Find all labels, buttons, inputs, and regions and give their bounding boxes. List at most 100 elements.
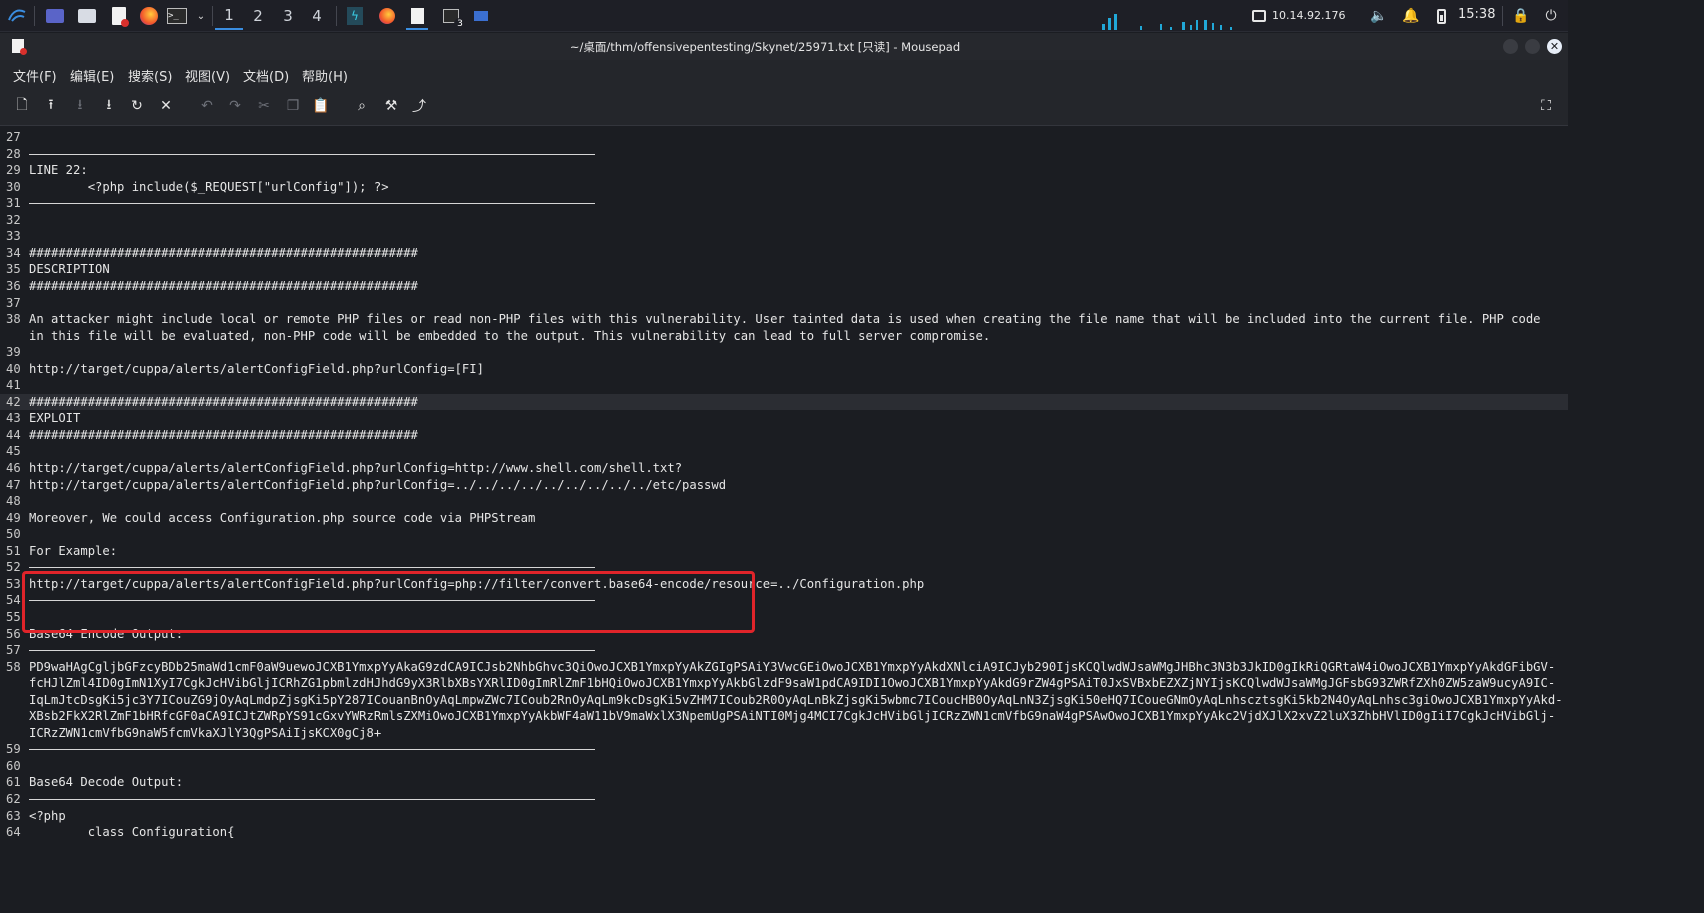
editor-line[interactable]: 44 ######################################… [0, 427, 1568, 444]
line-text: DESCRIPTION [29, 262, 110, 277]
editor-line[interactable]: 59 [0, 741, 1568, 758]
search-icon[interactable]: ⌕ [352, 96, 372, 116]
battery-icon[interactable] [1430, 5, 1452, 27]
editor-line[interactable]: 49 Moreover, We could access Configuratio… [0, 510, 1568, 527]
open-icon[interactable]: ⭱ [41, 96, 61, 116]
editor-line[interactable]: 51 For Example: [0, 543, 1568, 560]
menu-help[interactable]: 帮助(H) [302, 66, 348, 85]
cut-icon[interactable]: ✂ [254, 96, 274, 116]
firefox-task-icon[interactable] [376, 5, 398, 27]
editor-line[interactable]: 57 [0, 642, 1568, 659]
editor-line[interactable]: 29 LINE 22: [0, 162, 1568, 179]
goto-icon[interactable]: ⤴ [409, 96, 429, 116]
redo-icon[interactable]: ↷ [225, 96, 245, 116]
app-switch-icon[interactable]: ϟ [344, 5, 366, 27]
line-number: 49 [6, 510, 21, 525]
menu-document[interactable]: 文档(D) [243, 66, 289, 85]
editor-line[interactable]: 47 http://target/cuppa/alerts/alertConfig… [0, 477, 1568, 494]
editor-line[interactable]: 64 class Configuration{ [0, 824, 1568, 840]
editor-line[interactable]: 33 [0, 228, 1568, 245]
editor-line[interactable]: 50 [0, 526, 1568, 543]
replace-icon[interactable]: ⚒ [381, 96, 401, 116]
editor-line[interactable]: 41 [0, 377, 1568, 394]
window-task-icon[interactable] [470, 5, 492, 27]
editor-line[interactable]: 46 http://target/cuppa/alerts/alertConfig… [0, 460, 1568, 477]
editor-line[interactable]: 40 http://target/cuppa/alerts/alertConfig… [0, 361, 1568, 378]
editor-line[interactable]: 27 [0, 129, 1568, 146]
paste-icon[interactable]: 📋 [311, 96, 331, 116]
cpu-graph [1100, 14, 1240, 30]
power-icon[interactable]: ⏻ [1540, 5, 1562, 27]
fullscreen-icon[interactable]: ⛶ [1536, 96, 1556, 116]
horizontal-rule [29, 650, 595, 652]
editor-line[interactable]: 39 [0, 344, 1568, 361]
editor-line[interactable]: fcHJlZml4ID0gImN1XyI7CgkJcHVibGljICRhZG1… [0, 675, 1568, 692]
save-icon[interactable]: ⭳ [70, 96, 90, 116]
editor-line[interactable]: 45 [0, 443, 1568, 460]
editor-line[interactable]: 48 [0, 493, 1568, 510]
volume-icon[interactable]: 🔈 [1368, 5, 1390, 27]
line-number: 47 [6, 477, 21, 492]
editor-line[interactable]: 32 [0, 212, 1568, 229]
editor-line[interactable]: 37 [0, 295, 1568, 312]
editor-line[interactable]: 35 DESCRIPTION [0, 261, 1568, 278]
line-text: XBsb2FkX2RlZmF1bHRfcGF0aCA9ICJtZWRpYS91c… [29, 709, 1556, 724]
editor-line[interactable]: 58 PD9waHAgCgljbGFzcyBDb25maWd1cmF0aW9uew… [0, 659, 1568, 676]
editor-line[interactable]: 63 <?php [0, 808, 1568, 825]
undo-icon[interactable]: ↶ [197, 96, 217, 116]
workspace-2[interactable]: 2 [244, 2, 272, 30]
line-text: ########################################… [29, 394, 418, 409]
line-number: 58 [6, 659, 21, 674]
save-as-icon[interactable]: ⭳ [99, 96, 119, 116]
workspace-4[interactable]: 4 [303, 2, 331, 30]
reload-icon[interactable]: ↻ [127, 96, 147, 116]
window-title: ~/桌面/thm/offensivepentesting/Skynet/2597… [569, 40, 961, 54]
workspace-1[interactable]: 1 [215, 2, 243, 30]
editor-line[interactable]: in this file will be evaluated, non-PHP … [0, 328, 1568, 345]
line-number: 36 [6, 278, 21, 293]
menu-file[interactable]: 文件(F) [13, 66, 57, 85]
editor-line[interactable]: ICRzZWN1cmVfbG9naW5fcmVkaXJlY3QgPSAiIjsK… [0, 725, 1568, 742]
file-manager-icon[interactable] [76, 5, 98, 27]
menu-view[interactable]: 视图(V) [185, 66, 230, 85]
menu-search[interactable]: 搜索(S) [128, 66, 172, 85]
editor-line[interactable]: 61 Base64 Decode Output: [0, 774, 1568, 791]
line-number: 41 [6, 378, 21, 393]
editor-line[interactable]: 42 ######################################… [0, 393, 1568, 411]
new-file-icon[interactable]: 🗋 [12, 96, 32, 116]
chevron-down-icon[interactable]: ⌄ [190, 5, 212, 27]
editor-line[interactable]: 60 [0, 758, 1568, 775]
editor-line[interactable]: 38 An attacker might include local or rem… [0, 311, 1568, 328]
close-button[interactable]: ✕ [1547, 39, 1562, 54]
terminal-task-icon[interactable]: 3 [440, 5, 466, 30]
line-number: 38 [6, 312, 21, 327]
line-text: in this file will be evaluated, non-PHP … [29, 328, 991, 343]
mousepad-task-icon[interactable] [406, 3, 428, 30]
network-icon[interactable] [1248, 5, 1270, 27]
editor-line[interactable]: 34 ######################################… [0, 245, 1568, 262]
notification-bell-icon[interactable]: 🔔 [1400, 5, 1422, 27]
editor-line[interactable]: 28 [0, 146, 1568, 163]
editor-line[interactable]: 31 [0, 195, 1568, 212]
workspace-3[interactable]: 3 [274, 2, 302, 30]
editor-line[interactable]: 43 EXPLOIT [0, 410, 1568, 427]
line-text: ########################################… [29, 427, 418, 442]
minimize-button[interactable] [1503, 39, 1518, 54]
copy-icon[interactable]: ❐ [283, 96, 303, 116]
editor-line[interactable]: 36 ######################################… [0, 278, 1568, 295]
text-editor[interactable]: 27 28 29 LINE 22: 30 <?php include($_REQUEST… [0, 125, 1568, 840]
editor-line[interactable]: 30 <?php include($_REQUEST["urlConfig"])… [0, 179, 1568, 196]
menu-edit[interactable]: 编辑(E) [70, 66, 114, 85]
desktop-icon[interactable] [44, 5, 66, 27]
firefox-icon[interactable] [138, 5, 160, 27]
kali-menu-icon[interactable] [6, 5, 28, 27]
editor-line[interactable]: 62 [0, 791, 1568, 808]
titlebar[interactable]: ~/桌面/thm/offensivepentesting/Skynet/2597… [0, 33, 1568, 60]
editor-line[interactable]: IqLmJtcDsgKi5jc3Y7ICouZG9jOyAqLmdpZjsgKi… [0, 692, 1568, 709]
lock-icon[interactable]: 🔒 [1510, 5, 1532, 27]
terminal-icon[interactable]: >_ [166, 5, 188, 27]
close-icon[interactable]: ✕ [156, 96, 176, 116]
editor-line[interactable]: XBsb2FkX2RlZmF1bHRfcGF0aCA9ICJtZWRpYS91c… [0, 708, 1568, 725]
maximize-button[interactable] [1525, 39, 1540, 54]
text-editor-icon[interactable] [108, 5, 130, 27]
